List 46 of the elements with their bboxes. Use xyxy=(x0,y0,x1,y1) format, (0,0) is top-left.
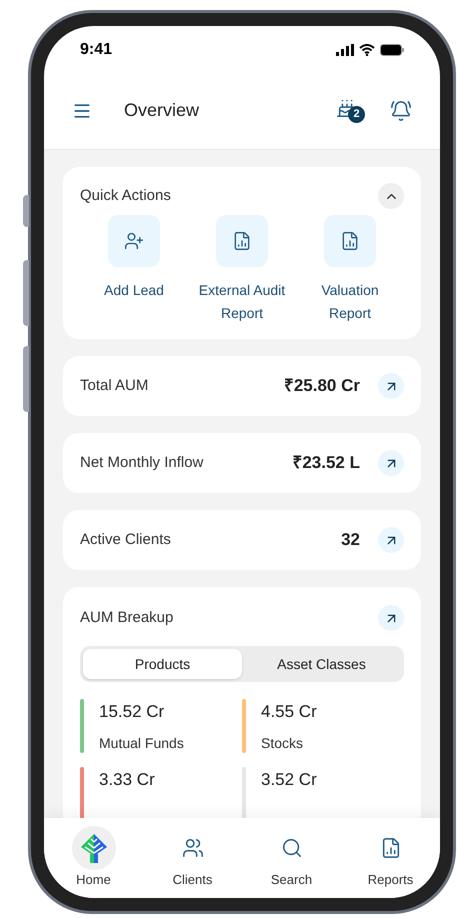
metric-label: Net Monthly Inflow xyxy=(80,452,204,473)
notification-badge: 2 xyxy=(348,106,365,122)
battery-icon xyxy=(380,44,404,56)
breakup-label: Mutual Funds xyxy=(99,734,184,752)
page-title: Overview xyxy=(124,99,200,122)
metric-value: ₹25.80 Cr xyxy=(284,375,360,398)
open-button[interactable] xyxy=(378,450,404,476)
breakup-label: Stocks xyxy=(261,734,304,752)
action-label[interactable]: Valuation Report xyxy=(304,279,396,325)
action-label[interactable]: Add Lead xyxy=(88,279,180,302)
card-title: AUM Breakup xyxy=(80,608,174,628)
metric-value: 32 xyxy=(341,529,360,552)
open-button[interactable] xyxy=(378,373,404,399)
add-person-icon xyxy=(124,231,144,251)
signal-icon xyxy=(336,44,354,56)
nav-tab[interactable]: Home xyxy=(44,826,143,890)
nav-tab[interactable]: Clients xyxy=(143,826,242,890)
notifications-button[interactable] xyxy=(390,100,412,122)
breakup-value: 4.55 Cr xyxy=(261,701,317,723)
bell-icon xyxy=(390,100,412,122)
metric-label: Active Clients xyxy=(80,530,172,550)
search-icon xyxy=(280,837,302,859)
metric-value: ₹23.52 L xyxy=(292,452,360,474)
metric-label: Total AUM xyxy=(80,376,150,396)
open-button[interactable] xyxy=(378,605,404,631)
segment-tab[interactable]: Asset Classes xyxy=(242,649,401,679)
action-tile[interactable] xyxy=(324,215,376,267)
action-tile[interactable] xyxy=(108,215,160,267)
tree-logo-icon xyxy=(78,832,108,864)
collapse-button[interactable] xyxy=(378,183,404,209)
segment-tab[interactable]: Products xyxy=(83,649,242,679)
nav-tab[interactable]: Search xyxy=(242,826,341,890)
action-label[interactable]: External Audit Report xyxy=(196,279,288,325)
open-button[interactable] xyxy=(378,527,404,553)
report-icon xyxy=(340,231,360,251)
report-icon xyxy=(232,231,252,251)
birthday-button[interactable]: 2 xyxy=(336,96,366,124)
status-time: 9:41 xyxy=(80,40,112,60)
breakup-value: 3.52 Cr xyxy=(261,769,317,791)
action-tile[interactable] xyxy=(216,215,268,267)
card-title: Quick Actions xyxy=(80,186,171,206)
people-icon xyxy=(182,837,204,859)
nav-tab[interactable]: Reports xyxy=(341,826,440,890)
breakup-value: 3.33 Cr xyxy=(99,769,155,791)
breakup-value: 15.52 Cr xyxy=(99,701,166,723)
wifi-icon xyxy=(359,44,375,56)
